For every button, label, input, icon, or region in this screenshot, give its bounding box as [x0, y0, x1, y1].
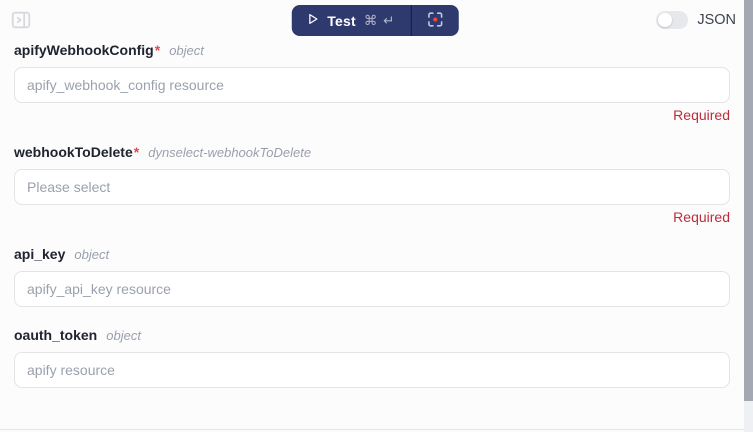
test-shortcut-hint: ⌘ ↵	[363, 12, 396, 28]
required-asterisk: *	[154, 42, 161, 58]
field-webhookToDelete: webhookToDelete * dynselect-webhookToDel…	[14, 144, 730, 226]
field-type-hint: object	[106, 328, 141, 343]
field-label-row: oauth_token object	[14, 327, 730, 344]
field-label-row: api_key object	[14, 246, 730, 263]
field-label-row: webhookToDelete * dynselect-webhookToDel…	[14, 144, 730, 161]
apifyWebhookConfig-input[interactable]	[14, 67, 730, 103]
field-type-hint: dynselect-webhookToDelete	[148, 145, 312, 160]
field-name: webhookToDelete	[14, 144, 133, 160]
panel-toggle-button[interactable]	[9, 9, 33, 33]
bottom-divider	[0, 429, 744, 430]
play-icon	[305, 12, 319, 29]
field-api_key: api_key object	[14, 246, 730, 307]
scrollbar-thumb[interactable]	[744, 0, 753, 401]
step-settings-form: apifyWebhookConfig * object Required web…	[0, 40, 753, 388]
focus-target-button[interactable]	[411, 5, 458, 36]
field-oauth_token: oauth_token object	[14, 327, 730, 388]
panel-toggle-icon	[10, 9, 32, 34]
topbar: Test ⌘ ↵ JSON	[0, 0, 753, 40]
test-button-group: Test ⌘ ↵	[291, 5, 459, 36]
field-type-hint: object	[74, 247, 110, 262]
required-asterisk: *	[133, 144, 140, 160]
required-error-text: Required	[673, 209, 730, 225]
test-button[interactable]: Test ⌘ ↵	[291, 5, 410, 36]
oauth_token-input[interactable]	[14, 352, 730, 388]
required-error-text: Required	[673, 107, 730, 123]
json-toggle-switch[interactable]	[656, 11, 689, 29]
field-apifyWebhookConfig: apifyWebhookConfig * object Required	[14, 42, 730, 124]
field-name: apifyWebhookConfig	[14, 42, 154, 58]
focus-target-icon	[425, 10, 444, 32]
field-label-row: apifyWebhookConfig * object	[14, 42, 730, 59]
field-name: api_key	[14, 246, 66, 262]
field-name: oauth_token	[14, 327, 98, 343]
toggle-knob	[658, 13, 673, 27]
webhookToDelete-select[interactable]	[14, 169, 730, 205]
json-toggle-label: JSON	[697, 12, 736, 28]
json-toggle-group: JSON	[656, 11, 736, 29]
api_key-input[interactable]	[14, 271, 730, 307]
test-step-panel: Test ⌘ ↵ JSON apifyWebhookConfig * objec…	[0, 0, 753, 432]
test-button-label: Test	[327, 12, 356, 29]
field-type-hint: object	[169, 43, 204, 58]
vertical-scrollbar[interactable]	[744, 0, 753, 432]
